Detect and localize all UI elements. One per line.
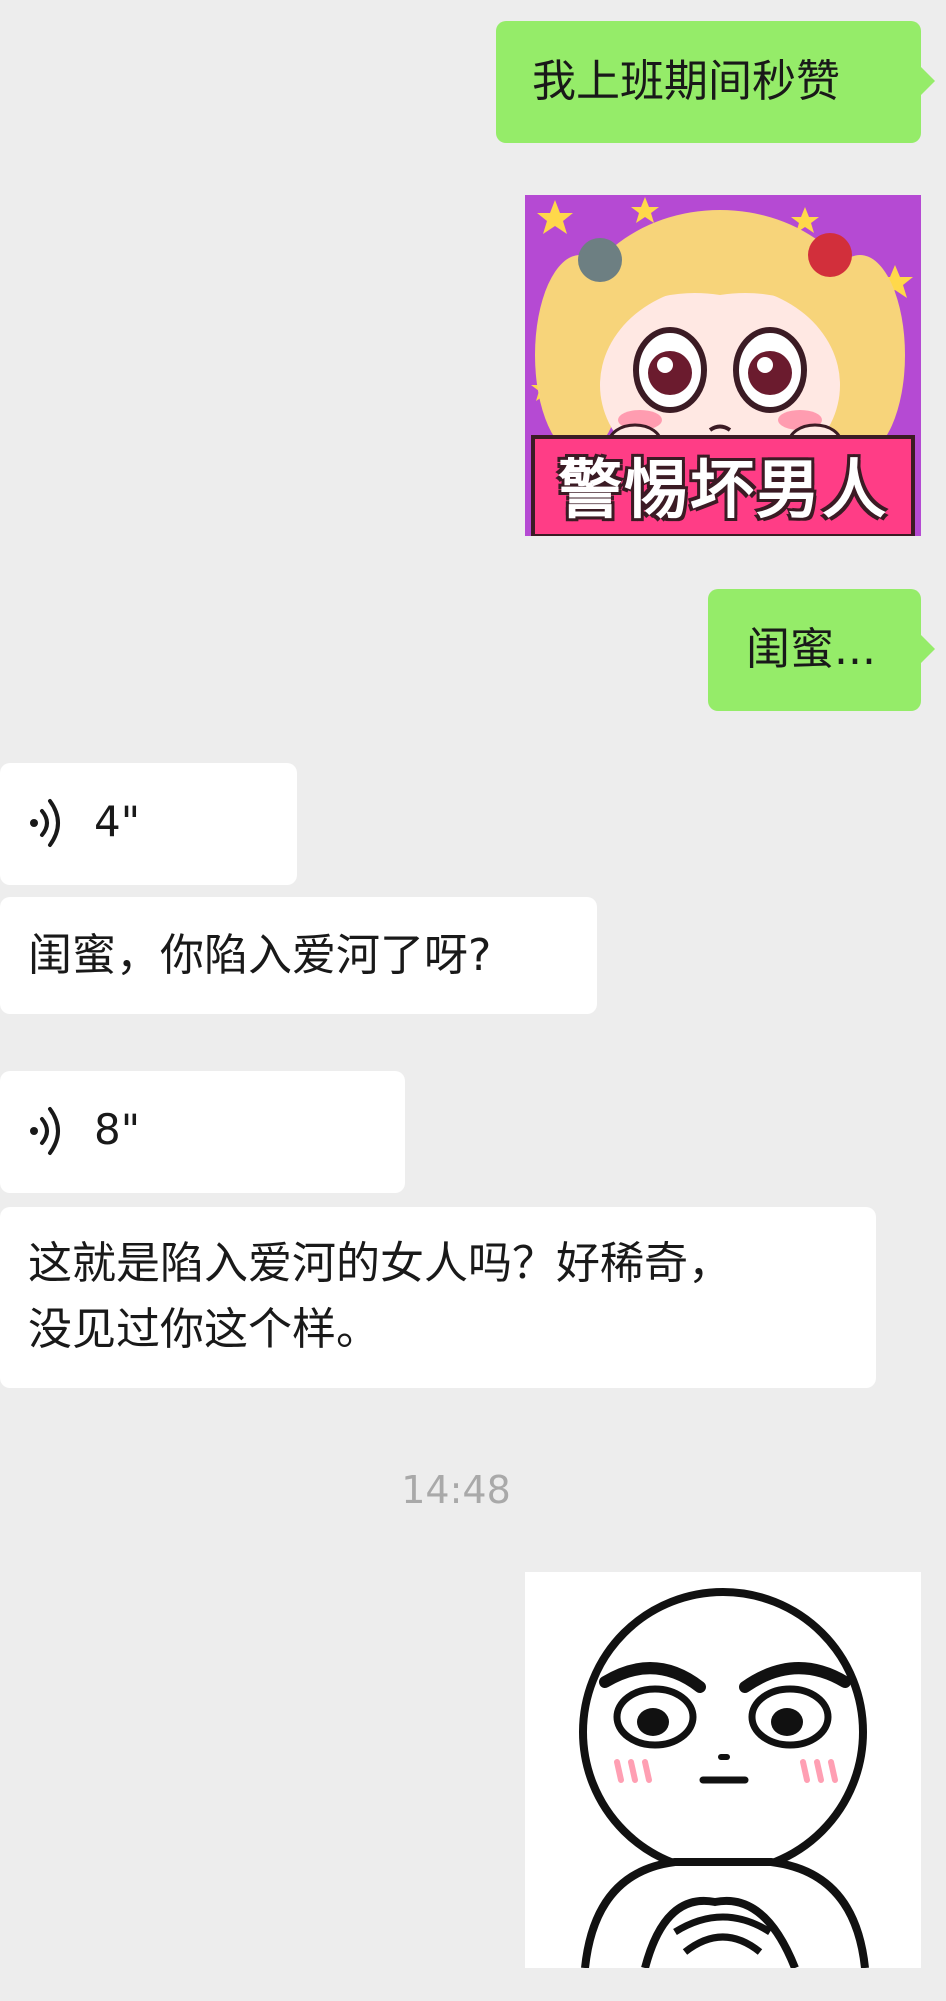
outgoing-message-bubble[interactable]: 我上班期间秒赞 (496, 21, 935, 143)
sticker-caption: 警惕坏男人 (558, 454, 888, 528)
suspicious-face-sticker[interactable] (525, 1572, 921, 1968)
incoming-message-bubble[interactable]: 闺蜜，你陷入爱河了呀? (0, 897, 597, 1014)
voice-duration: 8" (94, 1105, 141, 1154)
message-text: 这就是陷入爱河的女人吗？好稀奇， 没见过你这个样。 (28, 1238, 732, 1355)
voice-duration: 4" (94, 797, 141, 846)
voice-wave-icon (30, 1107, 60, 1155)
message-text: 闺蜜... (746, 624, 876, 675)
voice-wave-icon (30, 799, 60, 847)
incoming-message-bubble[interactable]: 这就是陷入爱河的女人吗？好稀奇， 没见过你这个样。 (0, 1207, 876, 1388)
voice-message-bubble[interactable]: 8" (0, 1071, 405, 1193)
chat-view: 我上班期间秒赞 警惕坏男人 闺蜜... 4" 闺蜜，你陷入爱河了呀? 8" 这就… (0, 0, 946, 2001)
voice-message-bubble[interactable]: 4" (0, 763, 297, 885)
suspicious-face-illustration (579, 1588, 869, 1968)
message-text: 闺蜜，你陷入爱河了呀? (28, 930, 492, 981)
anime-girl-sticker[interactable]: 警惕坏男人 (525, 195, 921, 536)
message-text: 我上班期间秒赞 (532, 56, 840, 107)
outgoing-message-bubble[interactable]: 闺蜜... (708, 589, 935, 711)
timestamp: 14:48 (401, 1468, 511, 1512)
